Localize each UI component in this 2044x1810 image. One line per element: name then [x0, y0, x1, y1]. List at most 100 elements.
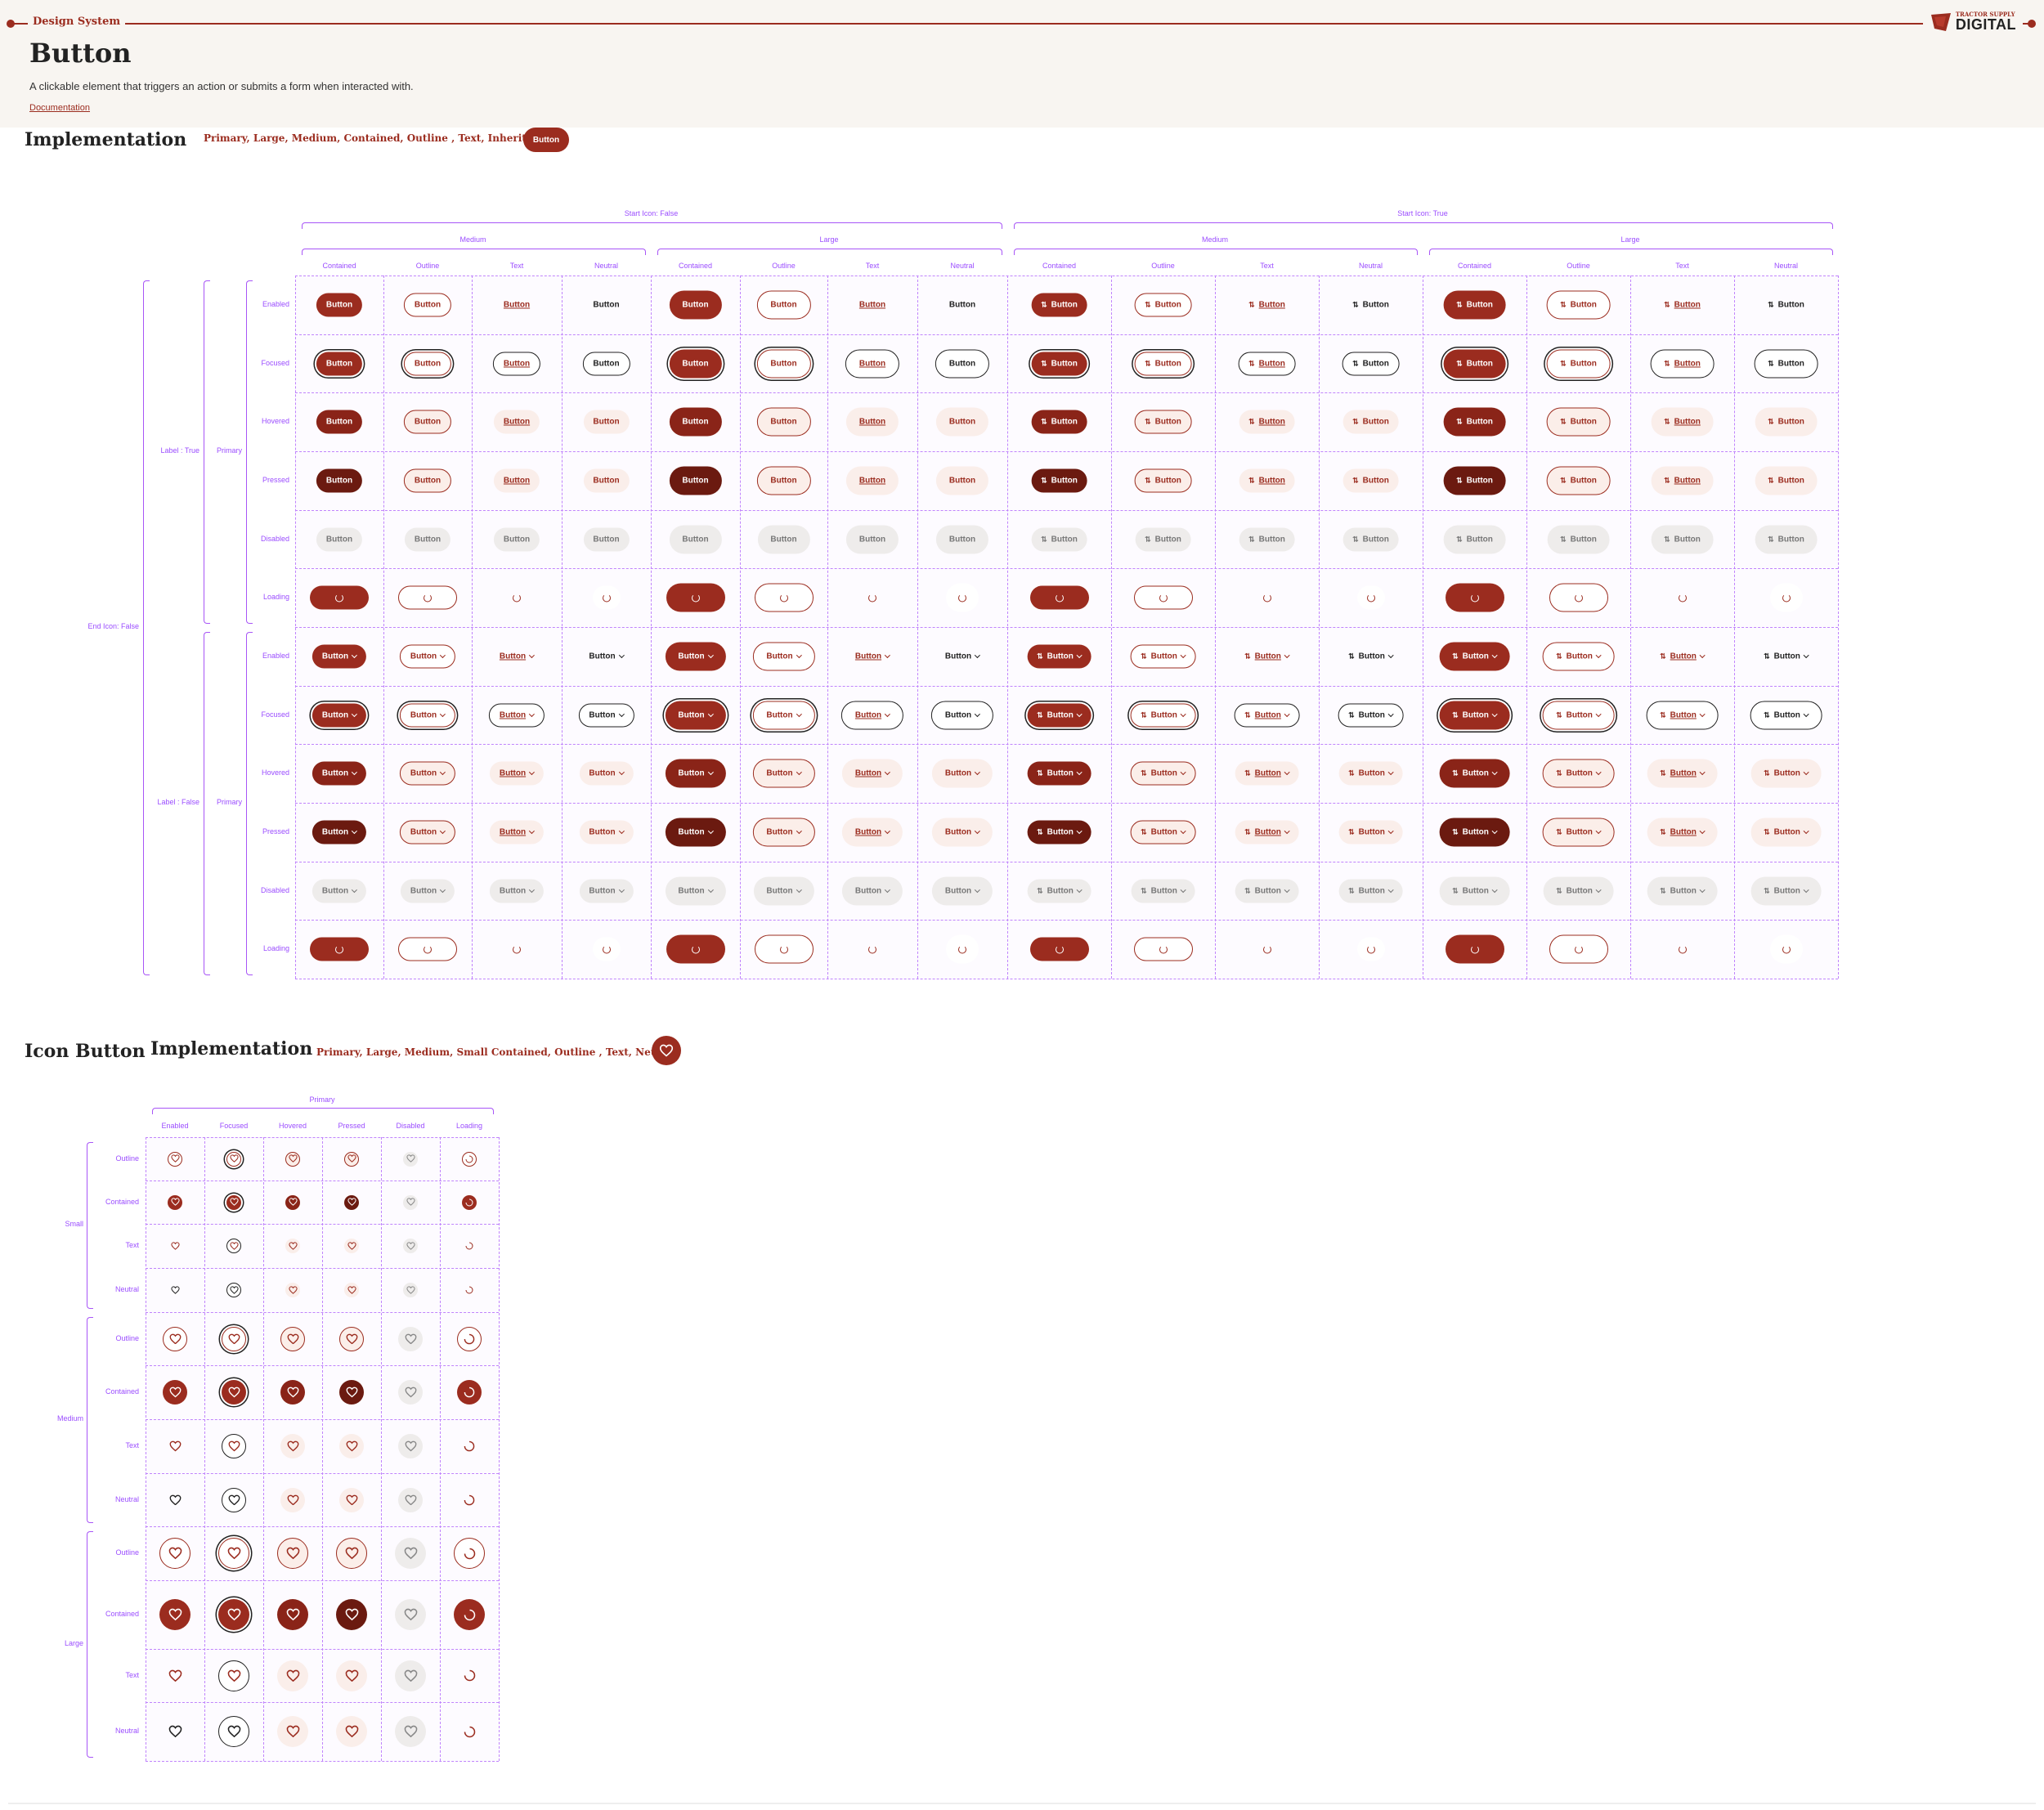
- button-c-disabled[interactable]: Button: [669, 525, 722, 553]
- button-n-hovered[interactable]: Button: [579, 761, 634, 786]
- button-o-loading[interactable]: [1133, 937, 1193, 961]
- icon-button-text-hovered[interactable]: [277, 1660, 308, 1691]
- button-t-disabled[interactable]: ⇅ Button: [1651, 525, 1714, 553]
- icon-button-text-hovered[interactable]: [280, 1434, 305, 1458]
- button-n-hovered[interactable]: Button: [583, 410, 630, 434]
- button-t-pressed[interactable]: ⇅ Button: [1647, 818, 1718, 847]
- button-n-enabled[interactable]: Button: [583, 293, 629, 316]
- button-c-loading[interactable]: [1445, 583, 1504, 612]
- button-t-hovered[interactable]: ⇅ Button: [1235, 761, 1299, 786]
- button-o-enabled[interactable]: ⇅ Button: [1542, 642, 1615, 671]
- icon-button-text-pressed[interactable]: [336, 1660, 367, 1691]
- button-o-enabled[interactable]: Button: [399, 644, 456, 669]
- button-c-disabled[interactable]: ⇅ Button: [1027, 879, 1091, 903]
- button-t-hovered[interactable]: ⇅ Button: [1651, 407, 1714, 437]
- button-c-hovered[interactable]: ⇅ Button: [1443, 407, 1506, 437]
- button-t-pressed[interactable]: Button: [489, 820, 545, 845]
- icon-button-text-pressed[interactable]: [344, 1239, 359, 1253]
- button-n-hovered[interactable]: ⇅ Button: [1338, 761, 1403, 786]
- button-c-enabled[interactable]: Button: [316, 293, 363, 317]
- button-t-pressed[interactable]: ⇅ Button: [1235, 820, 1299, 845]
- button-n-disabled[interactable]: Button: [579, 879, 634, 903]
- button-c-pressed[interactable]: ⇅ Button: [1027, 820, 1091, 845]
- button-t-hovered[interactable]: Button: [841, 759, 903, 788]
- button-o-loading[interactable]: [754, 934, 814, 964]
- button-n-loading[interactable]: [592, 585, 621, 610]
- button-o-pressed[interactable]: Button: [403, 468, 452, 493]
- button-n-disabled[interactable]: ⇅ Button: [1338, 879, 1403, 903]
- button-t-hovered[interactable]: Button: [489, 761, 545, 786]
- icon-button-contained-pressed[interactable]: [339, 1380, 364, 1405]
- button-t-enabled[interactable]: Button: [490, 644, 544, 668]
- icon-button-neutral-hovered[interactable]: [280, 1487, 305, 1512]
- button-n-enabled[interactable]: ⇅ Button: [1755, 290, 1818, 319]
- icon-button-neutral-enabled[interactable]: [159, 1716, 191, 1747]
- icon-button-neutral-enabled[interactable]: [163, 1488, 187, 1512]
- button-n-focused[interactable]: Button: [582, 352, 630, 375]
- button-t-focused[interactable]: ⇅ Button: [1646, 701, 1719, 729]
- button-n-loading[interactable]: [592, 937, 621, 961]
- icon-button-outline-hovered[interactable]: [277, 1538, 308, 1569]
- button-t-enabled[interactable]: ⇅ Button: [1235, 644, 1299, 668]
- button-o-loading[interactable]: [1549, 934, 1608, 964]
- button-c-hovered[interactable]: ⇅ Button: [1439, 759, 1510, 788]
- button-c-disabled[interactable]: ⇅ Button: [1031, 527, 1087, 551]
- icon-button-outline-pressed[interactable]: [336, 1538, 367, 1569]
- button-n-pressed[interactable]: ⇅ Button: [1750, 818, 1822, 847]
- button-n-hovered[interactable]: Button: [935, 407, 989, 437]
- icon-button-neutral-loading[interactable]: [457, 1488, 482, 1512]
- button-n-disabled[interactable]: ⇅ Button: [1750, 876, 1822, 905]
- icon-button-text-hovered[interactable]: [285, 1239, 300, 1253]
- button-o-focused[interactable]: ⇅ Button: [1542, 701, 1615, 729]
- button-c-loading[interactable]: [1029, 585, 1089, 610]
- icon-button-text-loading[interactable]: [454, 1660, 485, 1691]
- button-o-focused[interactable]: Button: [752, 701, 815, 729]
- button-o-pressed[interactable]: ⇅ Button: [1134, 468, 1192, 493]
- button-o-loading[interactable]: [754, 583, 814, 612]
- button-t-enabled[interactable]: Button: [494, 293, 540, 316]
- button-o-loading[interactable]: [1133, 585, 1193, 610]
- button-t-disabled[interactable]: Button: [489, 879, 545, 903]
- button-o-enabled[interactable]: ⇅ Button: [1134, 293, 1192, 317]
- button-c-loading[interactable]: [666, 583, 725, 612]
- button-n-loading[interactable]: [1356, 937, 1385, 961]
- icon-button-contained-pressed[interactable]: [336, 1599, 367, 1630]
- icon-button-outline-focused[interactable]: [222, 1326, 246, 1351]
- button-o-loading[interactable]: [398, 585, 457, 610]
- button-t-pressed[interactable]: Button: [841, 818, 903, 847]
- button-o-hovered[interactable]: ⇅ Button: [1130, 761, 1196, 786]
- icon-button-outline-disabled[interactable]: [395, 1538, 426, 1569]
- button-c-disabled[interactable]: ⇅ Button: [1439, 876, 1510, 905]
- icon-button-contained-loading[interactable]: [462, 1194, 477, 1210]
- icon-button-text-pressed[interactable]: [339, 1434, 364, 1458]
- button-t-loading[interactable]: [503, 938, 531, 961]
- button-t-hovered[interactable]: ⇅ Button: [1239, 410, 1295, 434]
- icon-button-contained-hovered[interactable]: [280, 1380, 305, 1405]
- button-c-enabled[interactable]: Button: [312, 644, 367, 669]
- button-c-enabled[interactable]: ⇅ Button: [1027, 644, 1091, 669]
- button-t-pressed[interactable]: ⇅ Button: [1239, 468, 1295, 493]
- button-c-loading[interactable]: [310, 585, 369, 610]
- button-c-pressed[interactable]: ⇅ Button: [1439, 818, 1510, 847]
- icon-button-contained-focused[interactable]: [222, 1380, 246, 1405]
- button-c-focused[interactable]: Button: [665, 701, 726, 729]
- icon-button-contained-disabled[interactable]: [395, 1599, 426, 1630]
- button-o-hovered[interactable]: Button: [399, 761, 456, 786]
- button-o-pressed[interactable]: Button: [756, 466, 811, 495]
- button-n-pressed[interactable]: Button: [583, 468, 630, 493]
- button-n-enabled[interactable]: ⇅ Button: [1750, 642, 1822, 670]
- icon-button-contained-focused[interactable]: [226, 1194, 241, 1210]
- button-t-pressed[interactable]: Button: [493, 468, 540, 493]
- icon-button-outline-hovered[interactable]: [285, 1151, 300, 1167]
- icon-button-neutral-loading[interactable]: [454, 1716, 485, 1747]
- demo-icon-button[interactable]: [652, 1036, 681, 1065]
- button-c-focused[interactable]: ⇅ Button: [1027, 703, 1091, 727]
- button-o-enabled[interactable]: Button: [756, 290, 811, 320]
- button-c-focused[interactable]: ⇅ Button: [1443, 349, 1506, 378]
- button-c-loading[interactable]: [1029, 937, 1089, 961]
- icon-button-contained-focused[interactable]: [218, 1599, 249, 1630]
- button-n-hovered[interactable]: Button: [931, 759, 993, 788]
- button-o-disabled[interactable]: ⇅ Button: [1547, 525, 1610, 553]
- button-o-focused[interactable]: Button: [403, 352, 452, 375]
- icon-button-outline-pressed[interactable]: [339, 1326, 364, 1351]
